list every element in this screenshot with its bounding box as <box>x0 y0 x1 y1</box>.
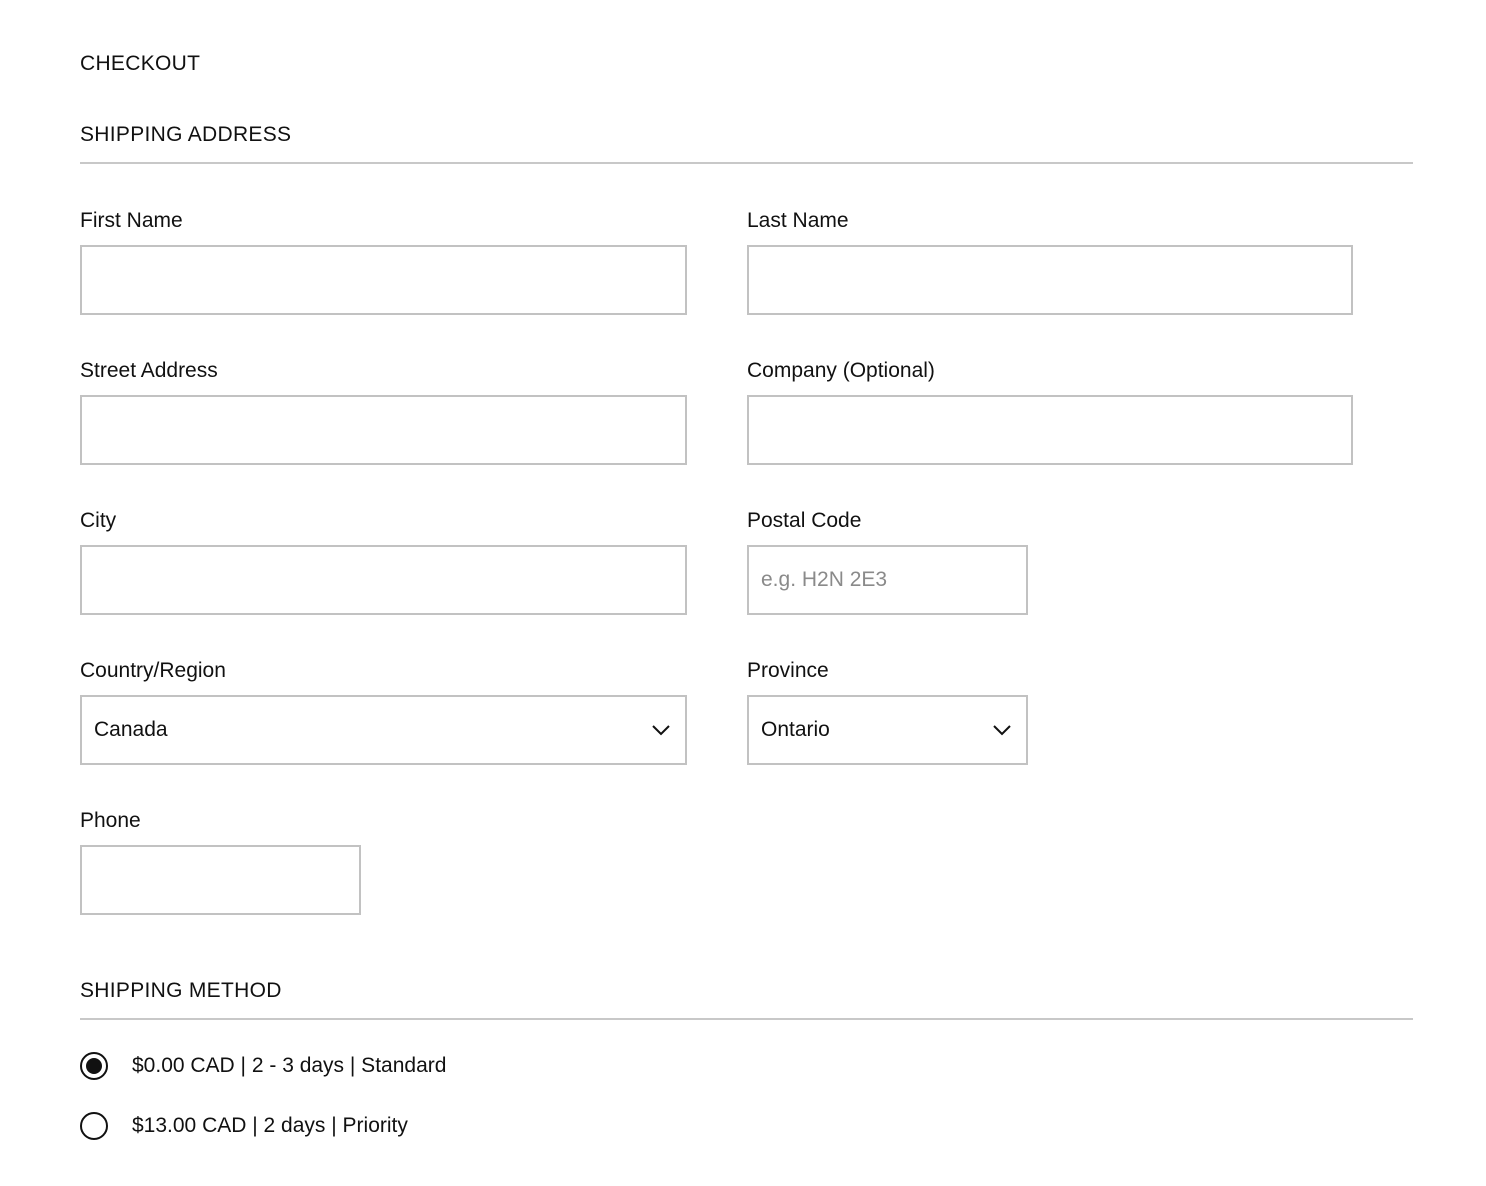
street-address-label: Street Address <box>80 359 218 382</box>
country-region-selected-value: Canada <box>94 718 168 741</box>
province-selected-value: Ontario <box>761 718 830 741</box>
last-name-input[interactable] <box>747 245 1353 315</box>
chevron-down-icon <box>993 725 1011 736</box>
phone-input[interactable] <box>80 845 361 915</box>
chevron-down-icon <box>652 725 670 736</box>
last-name-label: Last Name <box>747 209 849 232</box>
province-label: Province <box>747 659 829 682</box>
shipping-option-label: $13.00 CAD | 2 days | Priority <box>132 1114 408 1137</box>
shipping-option-label: $0.00 CAD | 2 - 3 days | Standard <box>132 1054 447 1077</box>
shipping-option-priority[interactable]: $13.00 CAD | 2 days | Priority <box>80 1112 408 1140</box>
checkout-page: CHECKOUT SHIPPING ADDRESS First Name Las… <box>0 0 1486 1186</box>
radio-button-unselected[interactable] <box>80 1112 108 1140</box>
postal-code-input[interactable] <box>747 545 1028 615</box>
shipping-method-heading: SHIPPING METHOD <box>80 979 282 1002</box>
country-region-select[interactable]: Canada <box>80 695 687 765</box>
first-name-label: First Name <box>80 209 183 232</box>
city-label: City <box>80 509 117 532</box>
company-input[interactable] <box>747 395 1353 465</box>
radio-selected-dot <box>86 1058 102 1074</box>
shipping-address-divider <box>80 162 1413 164</box>
shipping-address-heading: SHIPPING ADDRESS <box>80 123 292 146</box>
province-select[interactable]: Ontario <box>747 695 1028 765</box>
shipping-method-divider <box>80 1018 1413 1020</box>
page-title: CHECKOUT <box>80 52 201 75</box>
postal-code-label: Postal Code <box>747 509 862 532</box>
radio-button-selected[interactable] <box>80 1052 108 1080</box>
city-input[interactable] <box>80 545 687 615</box>
phone-label: Phone <box>80 809 141 832</box>
company-label: Company (Optional) <box>747 359 935 382</box>
first-name-input[interactable] <box>80 245 687 315</box>
shipping-option-standard[interactable]: $0.00 CAD | 2 - 3 days | Standard <box>80 1052 446 1080</box>
street-address-input[interactable] <box>80 395 687 465</box>
country-region-label: Country/Region <box>80 659 226 682</box>
